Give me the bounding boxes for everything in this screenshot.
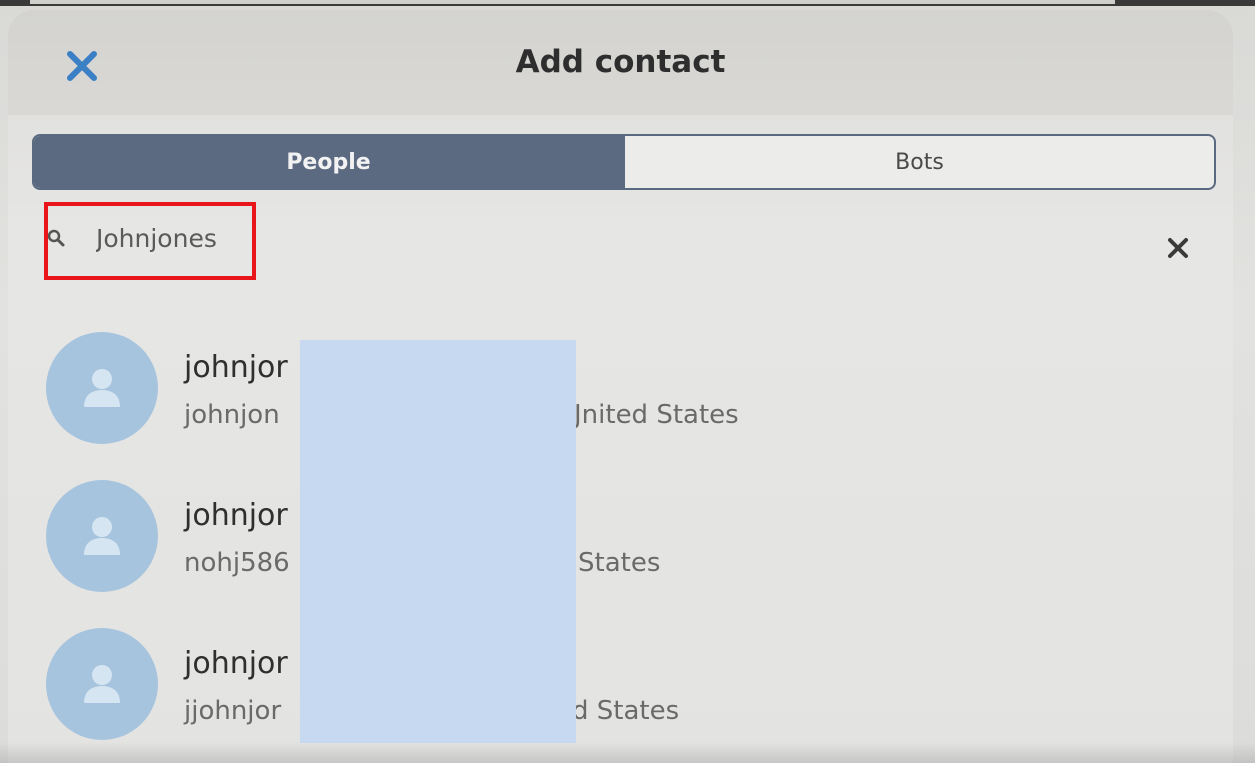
contact-location: Jnited States [574,400,739,430]
clear-icon [1168,238,1188,258]
clear-search-button[interactable] [1158,228,1198,268]
list-item[interactable]: johnjor johnjon Jnited States [8,310,1233,460]
contact-type-tabs: People Bots [32,134,1216,190]
avatar [46,628,158,740]
top-strip-light [30,0,1115,4]
contact-name: johnjor [184,646,288,681]
contact-detail: johnjon [184,400,280,430]
avatar [46,480,158,592]
list-item[interactable]: johnjor jjohnjor ed States [8,606,1233,756]
person-icon [84,369,120,407]
add-contact-dialog: Add contact People Bots Johnjones johnjo… [8,10,1233,763]
person-icon [84,517,120,555]
screen: Add contact People Bots Johnjones johnjo… [0,0,1255,763]
person-icon [84,665,120,703]
contact-name: johnjor [184,498,288,533]
tab-bots[interactable]: Bots [623,136,1214,188]
list-item[interactable]: johnjor nohj586 States [8,458,1233,608]
redaction-block [300,340,576,743]
contact-detail: nohj586 [184,548,290,578]
avatar [46,332,158,444]
contact-location: States [578,548,661,578]
bottom-shade [0,742,1255,763]
top-strip [0,0,1255,6]
dialog-title: Add contact [515,44,726,80]
dialog-header: Add contact [8,10,1233,115]
search-input[interactable] [46,206,646,270]
tab-people[interactable]: People [34,136,623,188]
contact-detail: jjohnjor [184,696,282,726]
search-row [32,206,1212,270]
contact-name: johnjor [184,350,288,385]
